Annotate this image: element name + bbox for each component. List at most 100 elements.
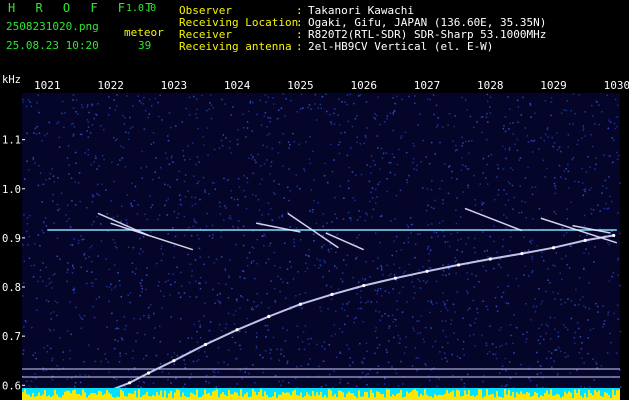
noise-dot (121, 205, 123, 207)
baseline-bar (614, 395, 616, 400)
noise-dot (366, 384, 368, 386)
noise-dot (212, 370, 214, 373)
baseline-bar (284, 393, 286, 400)
noise-dot (192, 225, 194, 228)
noise-dot (416, 164, 418, 166)
baseline-bar (134, 390, 136, 400)
noise-dot (614, 127, 617, 130)
baseline-bar (492, 394, 494, 400)
noise-dot (268, 132, 271, 135)
spectrogram-plot: kHz 1021 1022 1023 1024 1025 1026 1027 1028 1029… (2, 74, 629, 400)
noise-dot (505, 343, 507, 345)
noise-dot (324, 261, 326, 264)
noise-dot (30, 105, 32, 107)
noise-dot (400, 249, 402, 251)
noise-dot (69, 301, 71, 303)
x-tick-label: 1023 (161, 79, 188, 92)
noise-dot (473, 247, 476, 249)
noise-dot (183, 215, 186, 218)
noise-dot (568, 267, 571, 269)
noise-dot (355, 385, 358, 388)
noise-dot (280, 384, 282, 387)
noise-dot (468, 307, 471, 310)
noise-dot (237, 226, 239, 229)
noise-dot (425, 209, 428, 212)
noise-dot (167, 197, 169, 200)
noise-dot (81, 133, 83, 136)
noise-dot (267, 306, 270, 309)
noise-dot (389, 112, 391, 114)
noise-dot (88, 375, 90, 377)
noise-dot (325, 284, 328, 287)
noise-dot (199, 276, 202, 279)
baseline-bar (90, 393, 92, 400)
noise-dot (210, 94, 212, 96)
noise-dot (199, 337, 202, 339)
noise-dot (249, 101, 251, 104)
noise-dot (414, 347, 417, 349)
y-tick-label: 0.8 (2, 282, 21, 294)
noise-dot (230, 190, 232, 192)
baseline-bar (516, 392, 518, 400)
noise-dot (142, 103, 145, 105)
noise-dot (383, 121, 386, 123)
noise-dot (221, 145, 224, 147)
noise-dot (185, 107, 188, 110)
noise-dot (35, 357, 37, 360)
noise-dot (416, 332, 419, 335)
noise-dot (556, 149, 559, 151)
noise-dot (217, 371, 220, 374)
noise-dot (196, 234, 199, 236)
noise-dot (282, 327, 284, 329)
noise-dot (422, 338, 425, 340)
noise-dot (474, 237, 476, 240)
noise-dot (196, 98, 198, 100)
noise-dot (563, 324, 565, 326)
noise-dot (430, 327, 432, 329)
noise-dot (382, 152, 385, 155)
noise-dot (191, 204, 194, 207)
noise-dot (45, 299, 48, 301)
noise-dot (194, 196, 197, 199)
noise-dot (369, 165, 372, 168)
noise-dot (300, 239, 302, 241)
noise-dot (486, 112, 488, 115)
noise-dot (474, 199, 476, 201)
baseline-bar (562, 396, 564, 400)
noise-dot (406, 179, 408, 181)
noise-dot (267, 258, 270, 260)
baseline-bar (604, 392, 606, 400)
noise-dot (72, 122, 74, 125)
noise-dot (467, 373, 469, 376)
noise-dot (188, 226, 190, 229)
noise-dot (116, 247, 118, 249)
noise-dot (179, 203, 182, 206)
noise-dot (252, 364, 254, 366)
noise-dot (70, 377, 73, 380)
noise-dot (227, 312, 230, 315)
noise-dot (71, 123, 73, 126)
noise-dot (72, 99, 74, 101)
noise-dot (538, 148, 540, 150)
baseline-bar (138, 389, 140, 400)
noise-dot (297, 336, 299, 338)
noise-dot (169, 186, 171, 188)
noise-dot (87, 126, 90, 128)
noise-dot (334, 213, 336, 215)
noise-dot (282, 380, 284, 382)
noise-dot (406, 181, 409, 184)
noise-dot (211, 224, 214, 227)
noise-dot (98, 194, 101, 197)
noise-dot (397, 385, 400, 387)
noise-dot (443, 235, 445, 237)
noise-dot (224, 205, 226, 207)
noise-dot (70, 333, 72, 336)
baseline-bar (386, 389, 388, 400)
noise-dot (415, 357, 418, 359)
noise-dot (39, 172, 42, 174)
noise-dot (412, 158, 415, 160)
drift-point (203, 342, 208, 347)
noise-dot (429, 379, 431, 382)
noise-dot (494, 198, 496, 201)
noise-dot (111, 312, 113, 315)
